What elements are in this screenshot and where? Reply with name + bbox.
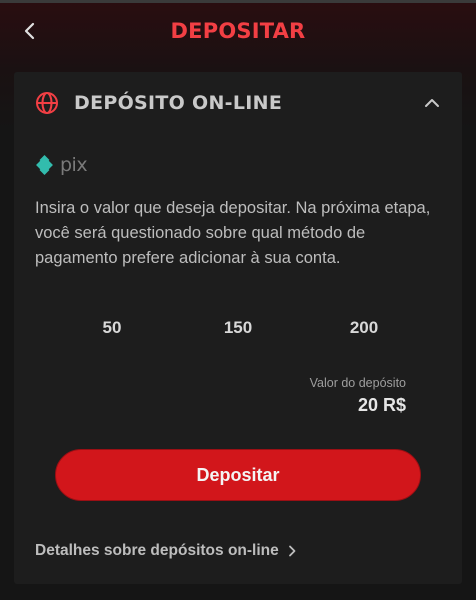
deposit-details-link[interactable]: Detalhes sobre depósitos on-line xyxy=(35,542,297,560)
quick-amount-button[interactable]: 200 xyxy=(319,310,409,346)
pix-diamond-icon xyxy=(36,155,53,175)
deposit-amount-label: Valor do depósito xyxy=(309,376,406,390)
online-deposit-card: DEPÓSITO ON-LINE pix Insira o valor que … xyxy=(14,72,462,584)
pix-logo-text: pix xyxy=(60,154,88,176)
deposit-amount-value[interactable]: 20 R$ xyxy=(358,395,406,416)
pix-logo: pix xyxy=(36,152,96,178)
quick-amount-button[interactable]: 50 xyxy=(67,310,157,346)
chevron-up-icon xyxy=(425,99,439,107)
section-header-toggle[interactable]: DEPÓSITO ON-LINE xyxy=(14,72,462,134)
deposit-details-label: Detalhes sobre depósitos on-line xyxy=(35,542,279,559)
page-title: DEPOSITAR xyxy=(170,19,306,43)
section-title: DEPÓSITO ON-LINE xyxy=(74,92,283,114)
quick-amount-button[interactable]: 150 xyxy=(193,310,283,346)
deposit-screen: DEPOSITAR DEPÓSITO ON-LINE pix Insira o … xyxy=(0,0,476,600)
deposit-description: Insira o valor que deseja depositar. Na … xyxy=(35,199,431,267)
header: DEPOSITAR xyxy=(0,3,476,59)
quick-amounts: 50 150 200 xyxy=(14,310,462,346)
deposit-button[interactable]: Depositar xyxy=(55,449,421,501)
globe-icon xyxy=(36,92,58,114)
chevron-right-icon xyxy=(288,545,296,557)
